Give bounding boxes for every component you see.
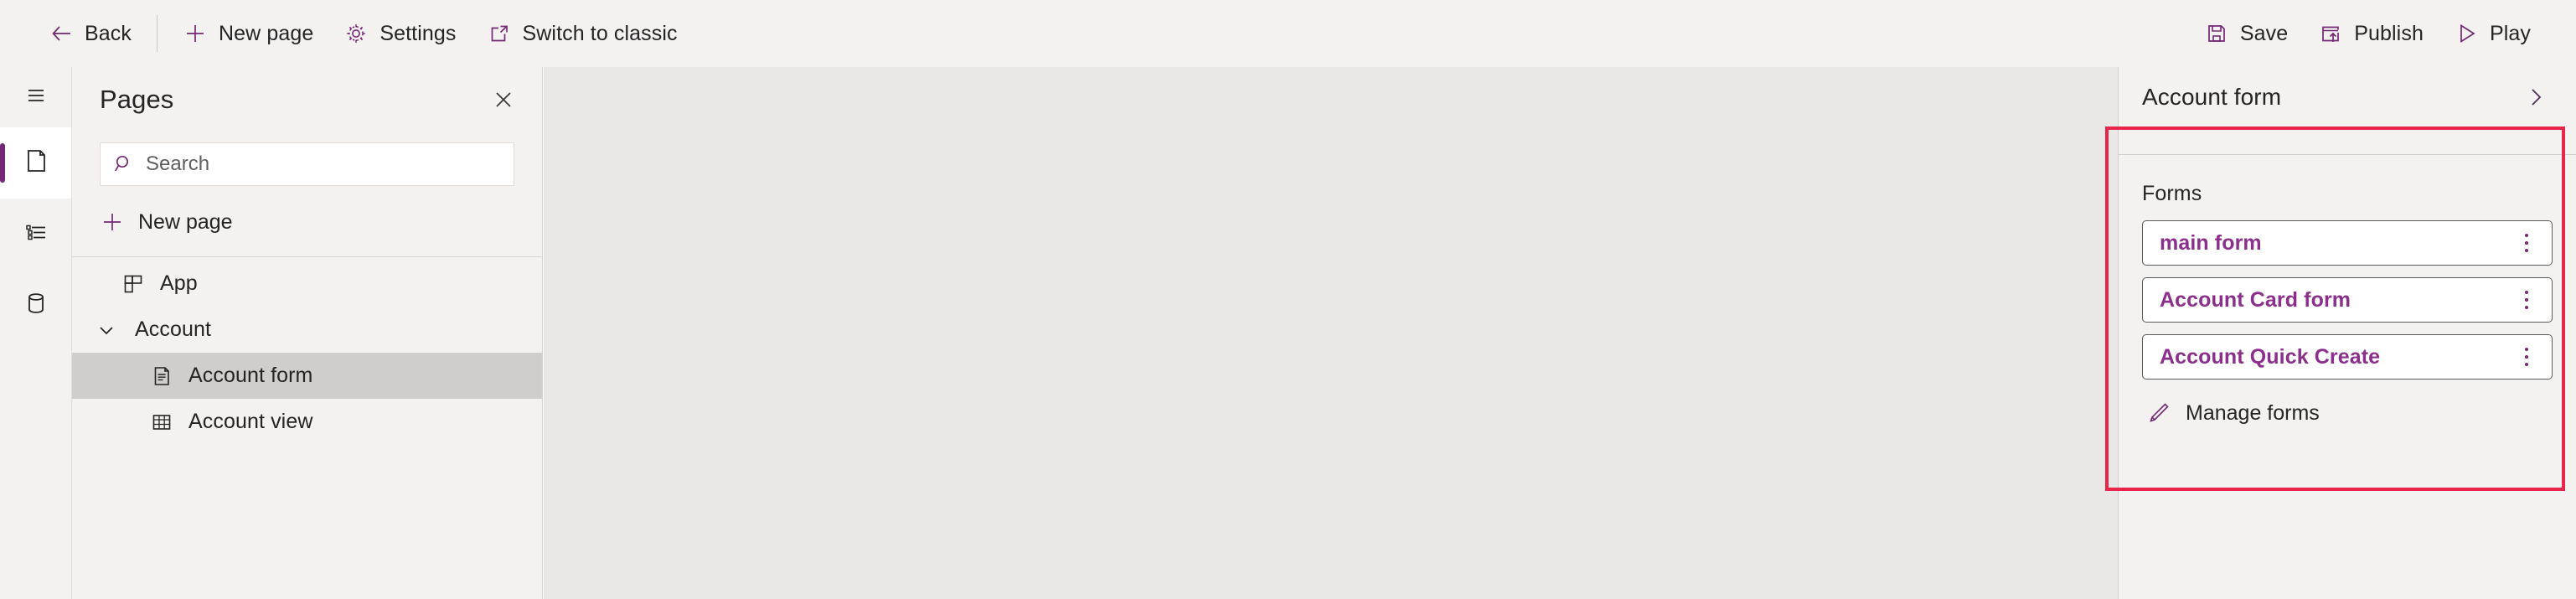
pencil-icon — [2145, 400, 2172, 426]
close-icon[interactable] — [483, 80, 524, 120]
switch-to-classic-label: Switch to classic — [522, 21, 678, 45]
arrow-left-icon — [49, 21, 74, 46]
tree-item-account-form[interactable]: Account form — [72, 353, 542, 399]
properties-panel-title: Account form — [2142, 84, 2282, 110]
new-page-button[interactable]: New page — [168, 12, 328, 55]
hamburger-icon — [21, 80, 51, 115]
rail-item-navigation[interactable] — [0, 199, 71, 270]
form-item-main-form[interactable]: main form — [2142, 220, 2553, 266]
properties-panel-body: Forms main form Account Card form Accoun… — [2119, 155, 2576, 435]
publish-icon — [2318, 21, 2343, 46]
tree-item-label: Account — [135, 318, 212, 341]
back-button[interactable]: Back — [34, 12, 147, 55]
toolbar-left-group: Back New page Settings Switch to classic — [34, 12, 693, 55]
save-icon — [2204, 21, 2229, 46]
forms-section-label: Forms — [2142, 182, 2202, 205]
tree-item-account-view[interactable]: Account view — [72, 399, 542, 445]
chevron-down-icon[interactable] — [92, 316, 121, 344]
tree-item-account[interactable]: Account — [72, 307, 542, 353]
gear-icon — [343, 21, 369, 46]
plus-icon — [100, 209, 125, 235]
search-input[interactable] — [146, 152, 503, 176]
form-item-label: main form — [2160, 230, 2262, 255]
pages-tree: App Account Account form Account view — [72, 257, 542, 445]
new-page-label: New page — [218, 21, 314, 45]
page-icon — [21, 146, 51, 180]
pages-panel: Pages New page — [71, 67, 543, 599]
pages-panel-title: Pages — [100, 85, 174, 114]
save-label: Save — [2239, 21, 2289, 45]
search-icon — [111, 152, 137, 177]
pages-panel-header: Pages — [72, 67, 542, 132]
new-page-link[interactable]: New page — [72, 198, 542, 246]
form-item-label: Account Quick Create — [2160, 344, 2381, 369]
form-item-account-quick-create[interactable]: Account Quick Create — [2142, 334, 2553, 380]
rail-item-data[interactable] — [0, 270, 71, 341]
manage-forms-link[interactable]: Manage forms — [2142, 391, 2553, 435]
more-options-icon[interactable] — [2510, 281, 2543, 318]
toolbar-right-group: Save Publish Play — [2189, 12, 2546, 55]
settings-label: Settings — [379, 21, 457, 45]
table-icon — [149, 410, 174, 435]
navigation-icon — [21, 217, 51, 251]
properties-panel-header: Account form — [2119, 67, 2576, 127]
save-button[interactable]: Save — [2189, 12, 2303, 55]
tree-item-app[interactable]: App — [72, 261, 542, 307]
form-item-account-card-form[interactable]: Account Card form — [2142, 277, 2553, 323]
tree-item-label: Account form — [188, 364, 313, 387]
tree-item-label: App — [160, 271, 198, 295]
more-options-icon[interactable] — [2510, 225, 2543, 261]
manage-forms-label: Manage forms — [2186, 400, 2320, 425]
app-grid-icon — [121, 271, 146, 297]
form-icon — [149, 364, 174, 389]
top-command-bar: Back New page Settings Switch to classic… — [0, 0, 2576, 67]
settings-button[interactable]: Settings — [328, 12, 471, 55]
more-options-icon[interactable] — [2510, 338, 2543, 375]
new-page-link-label: New page — [138, 209, 233, 234]
database-icon — [21, 288, 51, 323]
form-item-label: Account Card form — [2160, 287, 2351, 312]
play-icon — [2454, 21, 2479, 46]
play-label: Play — [2489, 21, 2531, 45]
properties-panel: Account form Forms main form Account Car… — [2118, 67, 2576, 599]
open-in-new-icon — [487, 21, 512, 46]
rail-item-menu[interactable] — [0, 67, 71, 127]
switch-to-classic-button[interactable]: Switch to classic — [472, 12, 693, 55]
properties-panel-subbar — [2119, 127, 2576, 154]
tree-item-label: Account view — [188, 410, 313, 433]
publish-button[interactable]: Publish — [2303, 12, 2439, 55]
plus-icon — [183, 21, 208, 46]
search-box[interactable] — [100, 142, 514, 186]
design-canvas[interactable] — [544, 67, 2118, 599]
chevron-right-icon[interactable] — [2517, 79, 2554, 116]
play-button[interactable]: Play — [2439, 12, 2546, 55]
search-container — [72, 132, 542, 186]
left-rail — [0, 67, 71, 599]
rail-item-pages[interactable] — [0, 127, 71, 199]
back-label: Back — [85, 21, 132, 45]
publish-label: Publish — [2354, 21, 2424, 45]
